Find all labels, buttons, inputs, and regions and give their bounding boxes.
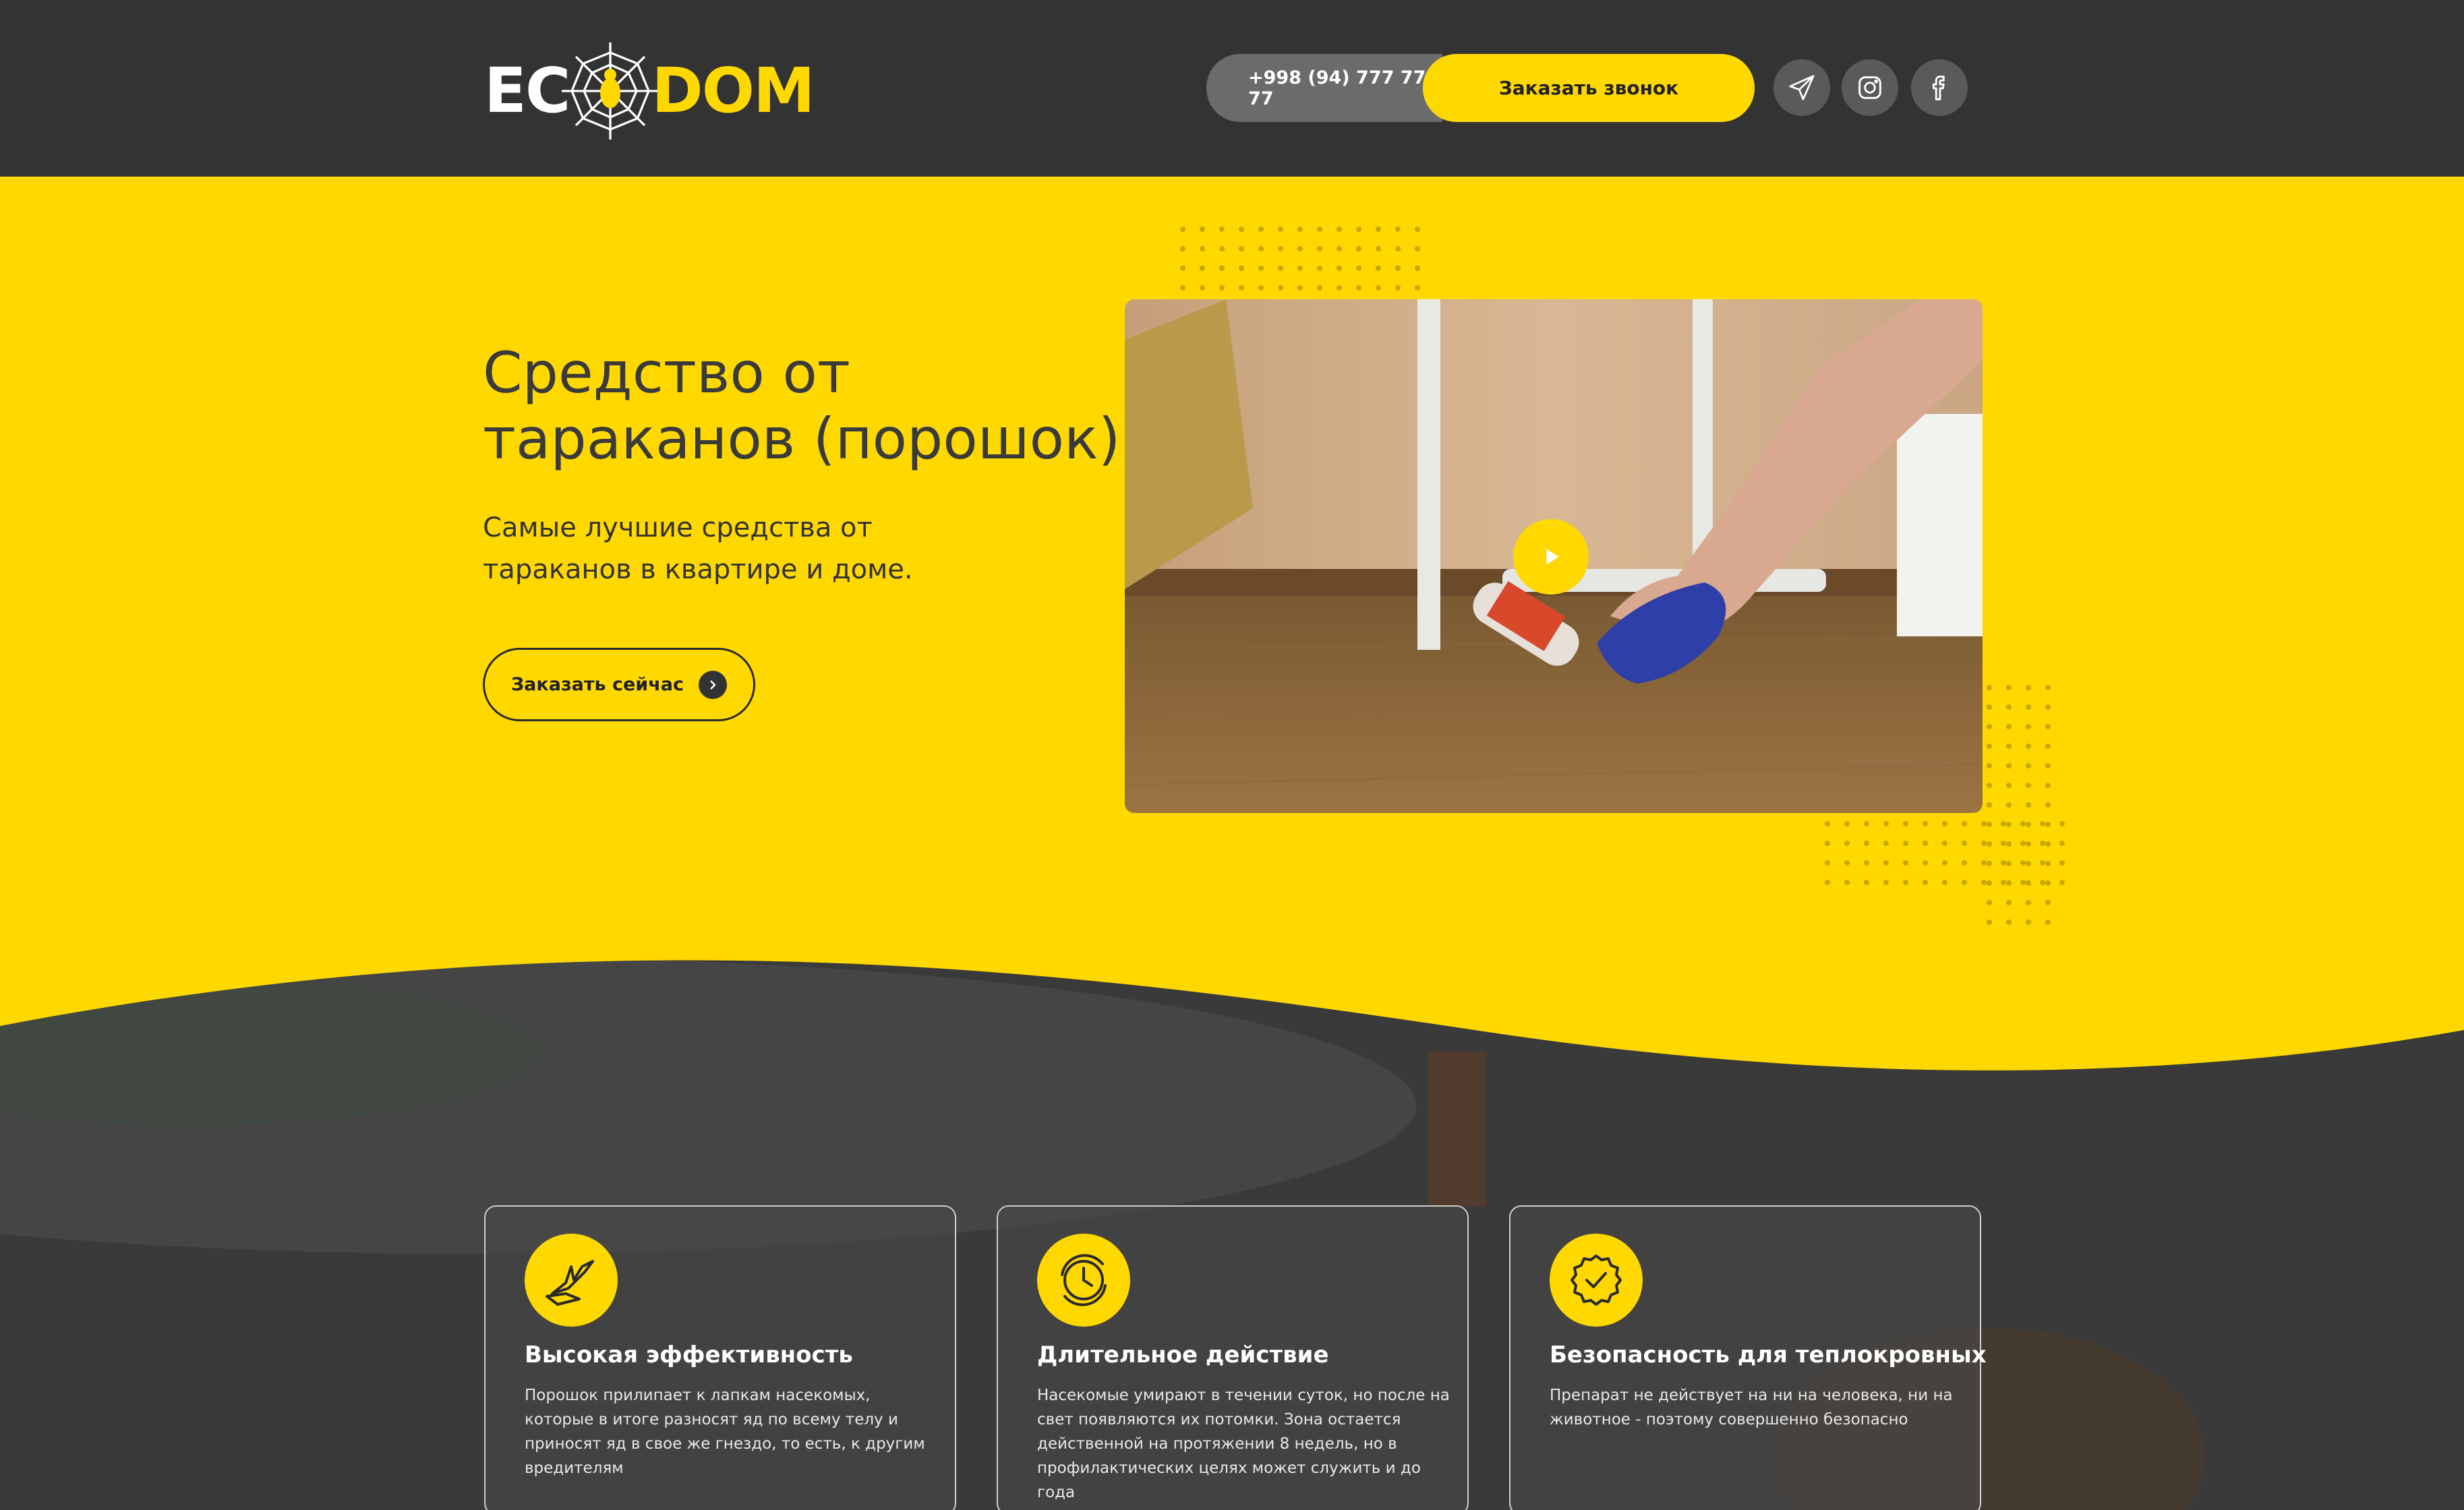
feature-card: Длительное действие Насекомые умирают в … xyxy=(997,1205,1469,1510)
order-now-label: Заказать сейчас xyxy=(511,674,684,695)
logo[interactable]: EC DOM xyxy=(484,42,815,140)
spider-web-logo-icon xyxy=(562,42,659,140)
hero-subtitle: Самые лучшие средства от тараканов в ква… xyxy=(483,512,913,585)
play-button[interactable] xyxy=(1513,519,1589,595)
telegram-icon xyxy=(1789,75,1815,100)
logo-text-right: DOM xyxy=(651,55,815,127)
phone-link[interactable]: +998 (94) 777 77 77 xyxy=(1206,54,1442,122)
instagram-icon xyxy=(1858,76,1881,99)
feature-title: Безопасность для теплокровных xyxy=(1550,1341,1987,1368)
instagram-button[interactable] xyxy=(1842,59,1898,116)
clock-icon xyxy=(1037,1234,1130,1327)
feature-text: Препарат не действует на ни на человека,… xyxy=(1550,1387,1953,1428)
order-now-button[interactable]: Заказать сейчас xyxy=(483,648,755,721)
play-icon xyxy=(1546,549,1559,565)
video-player[interactable] xyxy=(1125,299,1983,813)
facebook-button[interactable] xyxy=(1911,59,1968,116)
badge-check-icon xyxy=(1550,1234,1643,1327)
decorative-dots xyxy=(1180,227,1420,291)
feature-title: Высокая эффективность xyxy=(525,1341,853,1368)
feature-text: Насекомые умирают в течении суток, но по… xyxy=(1037,1387,1450,1501)
feature-text: Порошок прилипает к лапкам насекомых, ко… xyxy=(525,1387,925,1477)
phone-number: +998 (94) 777 77 77 xyxy=(1248,67,1426,109)
telegram-button[interactable] xyxy=(1773,59,1830,116)
bird-hand-icon xyxy=(525,1234,618,1327)
callback-button[interactable]: Заказать звонок xyxy=(1423,54,1755,122)
feature-card: Безопасность для теплокровных Препарат н… xyxy=(1509,1205,1987,1510)
facebook-icon xyxy=(1932,76,1945,100)
page-title: Средство от тараканов (порошок) xyxy=(483,340,1121,472)
feature-card: Высокая эффективность Порошок прилипает … xyxy=(484,1205,956,1510)
logo-text-left: EC xyxy=(484,55,570,127)
feature-title: Длительное действие xyxy=(1037,1341,1329,1368)
chevron-right-icon xyxy=(698,670,727,699)
decorative-dots xyxy=(1825,821,2065,885)
site-header: EC DOM +998 (94) 777 77 77 Заказать звон… xyxy=(0,0,2464,177)
